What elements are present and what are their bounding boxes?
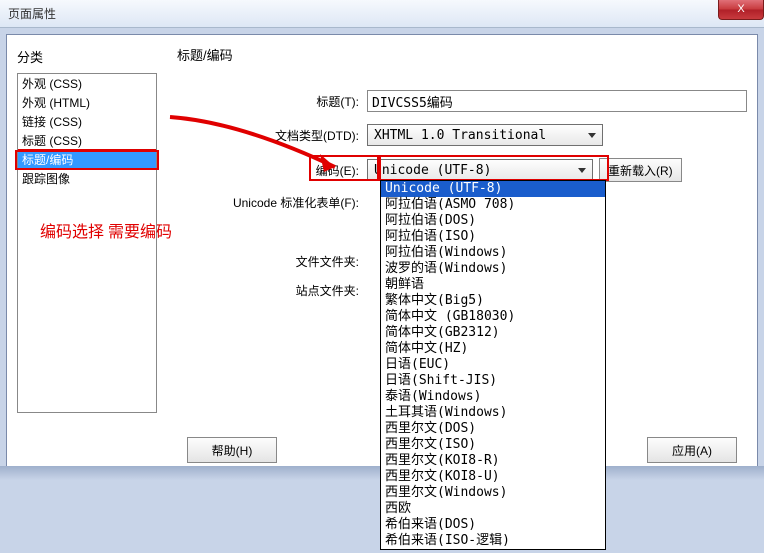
sidebar-heading: 分类 xyxy=(17,47,43,66)
dropdown-item[interactable]: 繁体中文(Big5) xyxy=(381,293,605,309)
close-button[interactable]: X xyxy=(718,0,764,20)
reload-button[interactable]: 重新载入(R) xyxy=(599,158,682,182)
dropdown-item[interactable]: 土耳其语(Windows) xyxy=(381,405,605,421)
help-button[interactable]: 帮助(H) xyxy=(187,437,277,463)
dtd-value: XHTML 1.0 Transitional xyxy=(374,128,546,143)
dropdown-item[interactable]: 西欧 xyxy=(381,501,605,517)
dtd-select[interactable]: XHTML 1.0 Transitional xyxy=(367,124,603,146)
apply-button[interactable]: 应用(A) xyxy=(647,437,737,463)
dropdown-item[interactable]: 西里尔文(KOI8-U) xyxy=(381,469,605,485)
dropdown-item[interactable]: 西里尔文(DOS) xyxy=(381,421,605,437)
title-input[interactable] xyxy=(367,90,747,112)
unicode-form-label: Unicode 标准化表单(F): xyxy=(177,194,367,211)
sidebar-item[interactable]: 链接 (CSS) xyxy=(18,112,156,131)
dropdown-item[interactable]: 西里尔文(ISO) xyxy=(381,437,605,453)
dropdown-item[interactable]: 阿拉伯语(ASMO 708) xyxy=(381,197,605,213)
dropdown-item[interactable]: 希伯来语(ISO-逻辑) xyxy=(381,533,605,549)
dropdown-item[interactable]: 阿拉伯语(Windows) xyxy=(381,245,605,261)
dropdown-item[interactable]: 简体中文(HZ) xyxy=(381,341,605,357)
panel-heading: 标题/编码 xyxy=(177,45,747,64)
dropdown-item[interactable]: 西里尔文(KOI8-R) xyxy=(381,453,605,469)
sidebar-item[interactable]: 标题/编码 xyxy=(18,150,156,169)
dropdown-item[interactable]: 希伯来语(ISO-视觉) xyxy=(381,549,605,550)
dropdown-item[interactable]: Unicode (UTF-8) xyxy=(381,181,605,197)
dropdown-item[interactable]: 日语(Shift-JIS) xyxy=(381,373,605,389)
file-folder-label: 文件文件夹: xyxy=(177,253,367,270)
dropdown-item[interactable]: 朝鲜语 xyxy=(381,277,605,293)
encoding-dropdown-list[interactable]: Unicode (UTF-8)阿拉伯语(ASMO 708)阿拉伯语(DOS)阿拉… xyxy=(380,180,606,550)
dropdown-item[interactable]: 西里尔文(Windows) xyxy=(381,485,605,501)
window-title: 页面属性 xyxy=(8,5,56,22)
encoding-value: Unicode (UTF-8) xyxy=(374,163,491,178)
titlebar: 页面属性 X xyxy=(0,0,764,28)
encoding-select[interactable]: Unicode (UTF-8) xyxy=(367,159,593,181)
dropdown-item[interactable]: 阿拉伯语(DOS) xyxy=(381,213,605,229)
sidebar-item[interactable]: 外观 (CSS) xyxy=(18,74,156,93)
dropdown-item[interactable]: 日语(EUC) xyxy=(381,357,605,373)
dropdown-item[interactable]: 简体中文(GB2312) xyxy=(381,325,605,341)
title-label: 标题(T): xyxy=(177,93,367,110)
encoding-row: 编码(E): Unicode (UTF-8) 重新载入(R) xyxy=(177,158,747,182)
annotation-text: 编码选择 需要编码 xyxy=(40,218,172,242)
sidebar-item[interactable]: 跟踪图像 xyxy=(18,169,156,188)
sidebar-item[interactable]: 标题 (CSS) xyxy=(18,131,156,150)
encoding-label: 编码(E): xyxy=(177,162,367,179)
dropdown-item[interactable]: 阿拉伯语(ISO) xyxy=(381,229,605,245)
dropdown-item[interactable]: 简体中文 (GB18030) xyxy=(381,309,605,325)
title-row: 标题(T): xyxy=(177,90,747,112)
dropdown-item[interactable]: 希伯来语(DOS) xyxy=(381,517,605,533)
category-list[interactable]: 外观 (CSS)外观 (HTML)链接 (CSS)标题 (CSS)标题/编码跟踪… xyxy=(17,73,157,413)
dtd-row: 文档类型(DTD): XHTML 1.0 Transitional xyxy=(177,124,747,146)
dropdown-item[interactable]: 波罗的语(Windows) xyxy=(381,261,605,277)
dropdown-item[interactable]: 泰语(Windows) xyxy=(381,389,605,405)
dtd-label: 文档类型(DTD): xyxy=(177,127,367,144)
site-folder-label: 站点文件夹: xyxy=(177,282,367,299)
sidebar-item[interactable]: 外观 (HTML) xyxy=(18,93,156,112)
